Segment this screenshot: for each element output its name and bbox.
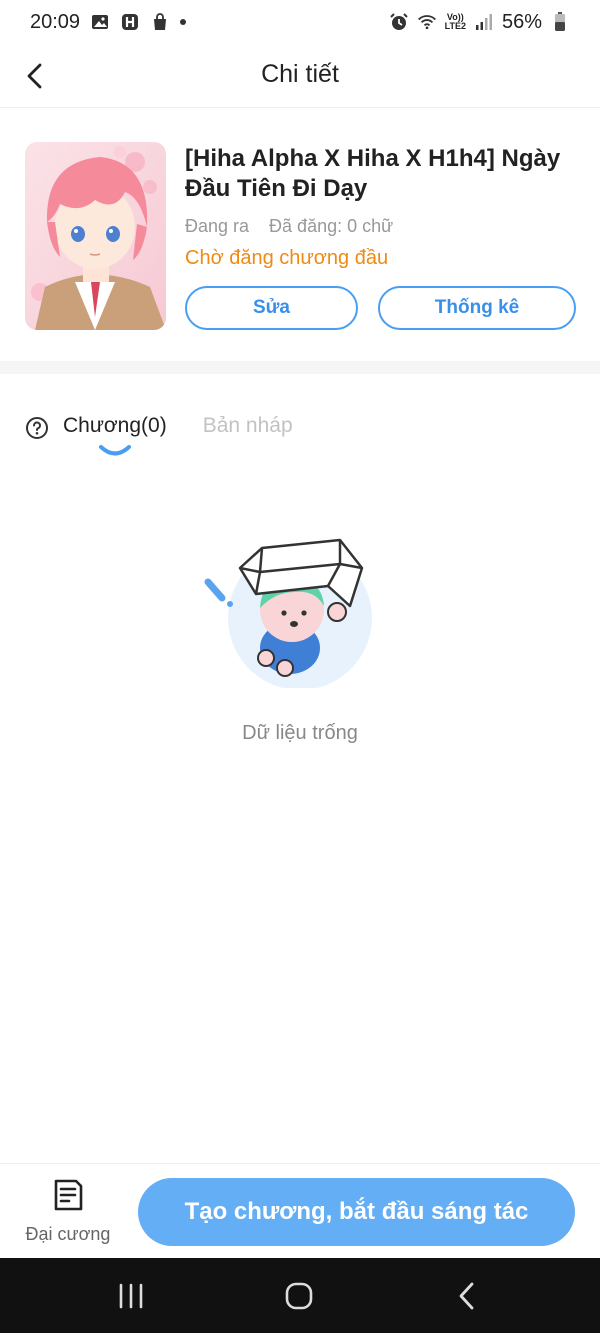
book-card: [Hiha Alpha X Hiha X H1h4] Ngày Đầu Tiên… — [25, 140, 580, 335]
home-button[interactable] — [279, 1276, 319, 1316]
book-state: Đang ra — [185, 216, 250, 236]
tab-chapters[interactable]: Chương(0) — [63, 408, 167, 456]
book-info: [Hiha Alpha X Hiha X H1h4] Ngày Đầu Tiên… — [185, 144, 580, 270]
status-right: Vo)) LTE2 56% — [389, 11, 570, 34]
bottom-bar: Đại cương Tạo chương, bắt đầu sáng tác — [0, 1163, 600, 1258]
outline-label: Đại cương — [25, 1224, 111, 1244]
header: Chi tiết — [0, 44, 600, 108]
more-notifications-dot — [180, 19, 187, 25]
create-chapter-button[interactable]: Tạo chương, bắt đầu sáng tác — [138, 1178, 575, 1246]
outline-tab[interactable]: Đại cương — [18, 1178, 118, 1248]
volte-indicator: Vo)) LTE2 — [445, 13, 466, 31]
empty-box-illustration — [204, 538, 372, 688]
battery-percent: 56% — [501, 10, 542, 33]
help-icon[interactable] — [25, 416, 49, 440]
book-status: Chờ đăng chương đầu — [185, 247, 389, 269]
status-time: 20:09 — [30, 10, 81, 33]
nav-back-icon — [459, 1282, 474, 1310]
page-title: Chi tiết — [261, 60, 339, 88]
tab-chapters-label: Chương(0) — [63, 414, 167, 437]
battery-icon — [550, 12, 570, 32]
book-cover[interactable] — [25, 142, 166, 330]
recents-button[interactable] — [111, 1276, 151, 1316]
app-notification-icon — [120, 12, 140, 32]
tab-drafts[interactable]: Bản nháp — [203, 408, 293, 456]
signal-icon — [474, 12, 494, 32]
status-left: 20:09 — [30, 10, 187, 34]
book-meta: Đang ra Đã đăng: 0 chữ — [185, 216, 580, 237]
volte-line2: LTE2 — [444, 21, 466, 31]
gallery-icon — [90, 12, 110, 32]
outline-icon — [54, 1179, 83, 1211]
home-icon — [285, 1282, 313, 1310]
book-posted-count: Đã đăng: 0 chữ — [269, 216, 394, 236]
alarm-icon — [389, 12, 409, 32]
status-bar: 20:09 Vo)) LTE2 56% — [0, 0, 600, 44]
tabs: Chương(0) Bản nháp — [25, 408, 329, 464]
shopping-bag-icon — [150, 12, 170, 32]
stats-button[interactable]: Thống kê — [378, 286, 576, 330]
tab-active-indicator — [99, 445, 131, 456]
system-back-button[interactable] — [447, 1276, 487, 1316]
empty-state-text: Dữ liệu trống — [242, 722, 358, 744]
edit-button[interactable]: Sửa — [185, 286, 358, 330]
section-divider — [0, 361, 600, 374]
book-title[interactable]: [Hiha Alpha X Hiha X H1h4] Ngày Đầu Tiên… — [185, 144, 580, 204]
screen: 20:09 Vo)) LTE2 56% Chi tiết [Hiha Alpha… — [0, 0, 600, 1333]
card-buttons: Sửa Thống kê — [185, 286, 576, 330]
recents-icon — [119, 1283, 143, 1309]
system-nav-bar — [0, 1258, 600, 1333]
wifi-icon — [417, 12, 437, 32]
